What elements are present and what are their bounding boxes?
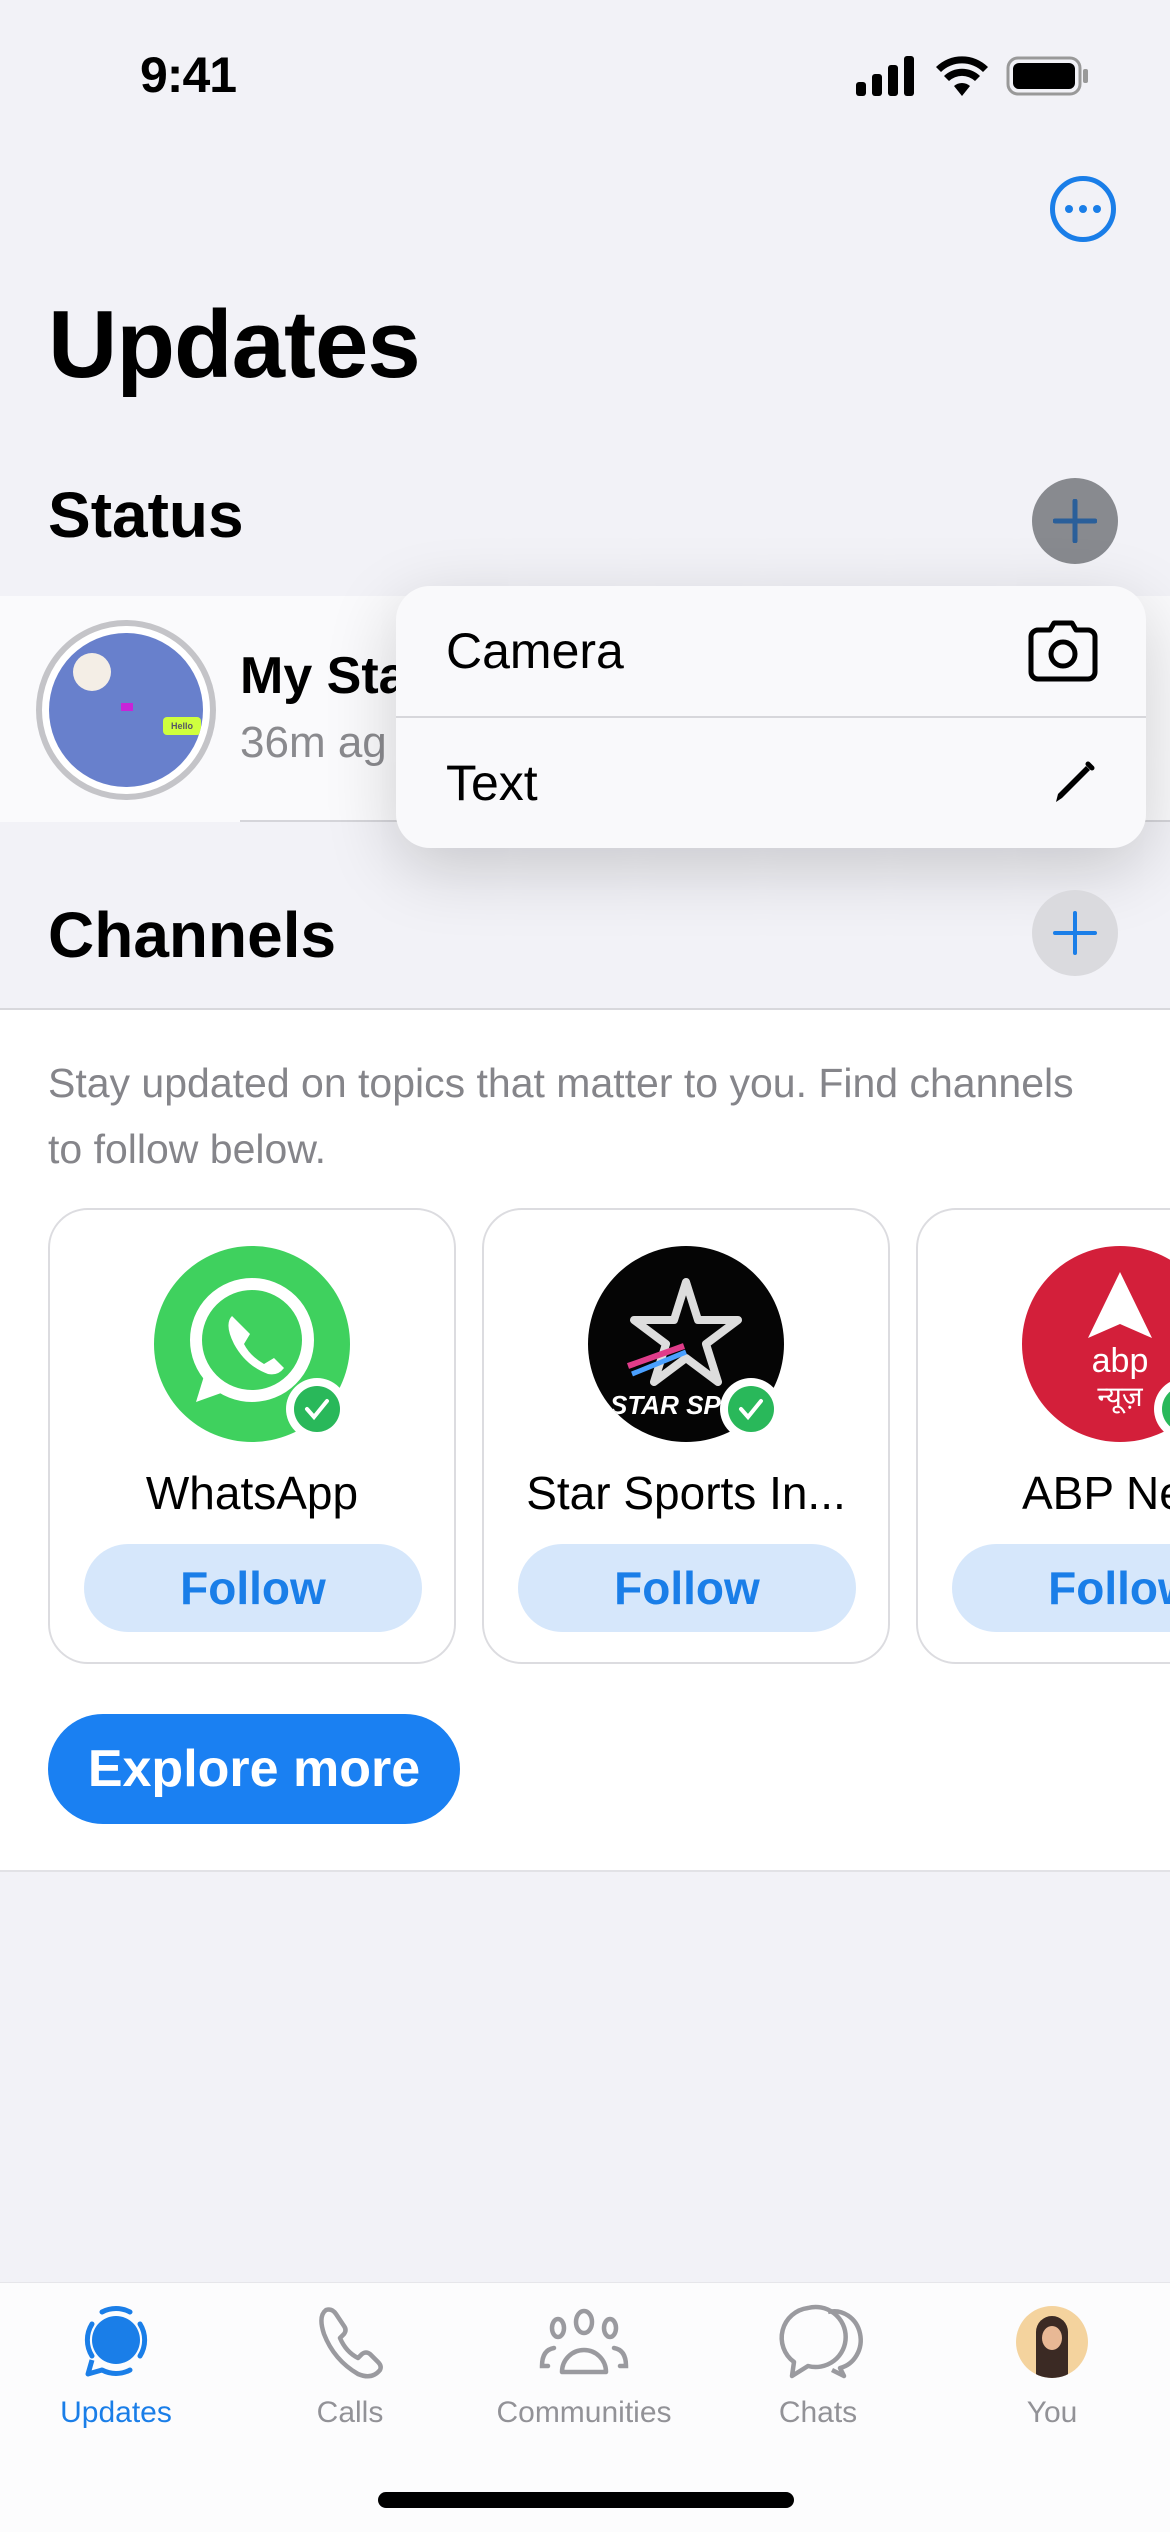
clock-sticker [73, 653, 111, 691]
my-status-name: My Sta [240, 647, 408, 705]
tab-you[interactable]: You [952, 2302, 1152, 2430]
follow-button[interactable]: Follow [952, 1544, 1170, 1632]
hello-sticker: Hello [163, 717, 201, 735]
tab-label: You [1026, 2396, 1078, 2429]
channel-card[interactable]: abp न्यूज़ ABP New Follow [916, 1208, 1170, 1664]
pencil-icon [1056, 761, 1095, 802]
ellipsis-dot [1079, 205, 1087, 213]
cellular-signal-icon [856, 56, 914, 96]
menu-item-label: Camera [446, 623, 624, 679]
tab-chats[interactable]: Chats [718, 2302, 918, 2430]
profile-avatar [1016, 2306, 1088, 2378]
wifi-icon [936, 56, 988, 96]
add-status-button[interactable] [1032, 478, 1118, 564]
channels-section-title: Channels [48, 899, 337, 971]
ellipsis-icon [1065, 205, 1073, 213]
add-channel-button[interactable] [1032, 890, 1118, 976]
add-status-menu: Camera Text [396, 586, 1146, 848]
sticker [121, 703, 133, 711]
tab-label: Communities [496, 2396, 672, 2429]
plus-icon [1053, 499, 1097, 543]
tab-updates[interactable]: Updates [16, 2302, 216, 2430]
tab-label: Chats [778, 2396, 858, 2429]
battery-icon [1006, 56, 1088, 96]
status-bar-icons [856, 56, 1090, 96]
my-status-thumbnail[interactable]: Hello [36, 620, 216, 800]
home-indicator[interactable] [378, 2492, 794, 2508]
verified-badge-icon [286, 1378, 348, 1440]
menu-item-text[interactable]: Text [396, 718, 1146, 848]
more-options-button[interactable] [1050, 176, 1116, 242]
plus-icon [1053, 911, 1097, 955]
menu-item-camera[interactable]: Camera [396, 586, 1146, 716]
follow-button[interactable]: Follow [518, 1544, 856, 1632]
follow-button[interactable]: Follow [84, 1544, 422, 1632]
channels-description: Stay updated on topics that matter to yo… [48, 1060, 1074, 1172]
svg-text:abp: abp [1092, 1342, 1149, 1380]
my-status-time: 36m ag [240, 718, 387, 767]
abp-news-logo-icon: abp न्यूज़ [1022, 1246, 1170, 1442]
status-section-title: Status [48, 479, 244, 551]
channel-card[interactable]: WhatsApp Follow [48, 1208, 456, 1664]
tab-calls[interactable]: Calls [250, 2302, 450, 2430]
channel-name: Star Sports In... [526, 1467, 846, 1519]
chats-icon [779, 2304, 863, 2379]
channel-name: WhatsApp [145, 1467, 359, 1519]
camera-icon [1028, 620, 1098, 682]
communities-icon [539, 2308, 629, 2375]
tab-label: Calls [316, 2396, 384, 2429]
tab-communities[interactable]: Communities [484, 2302, 684, 2430]
phone-icon [319, 2307, 383, 2379]
verified-badge-icon [720, 1378, 782, 1440]
menu-item-label: Text [446, 755, 538, 811]
channel-name: ABP New [1021, 1467, 1170, 1519]
status-bar-time: 9:41 [140, 47, 237, 103]
channel-cards: WhatsApp Follow STAR SPO Star Sports In.… [48, 1208, 1170, 1664]
svg-text:न्यूज़: न्यूज़ [1097, 1380, 1144, 1414]
explore-more-button[interactable]: Explore more [48, 1714, 460, 1824]
channel-card[interactable]: STAR SPO Star Sports In... Follow [482, 1208, 890, 1664]
ellipsis-dot [1093, 205, 1101, 213]
updates-icon [84, 2306, 148, 2377]
tab-label: Updates [60, 2396, 172, 2429]
page-title: Updates [48, 291, 421, 398]
